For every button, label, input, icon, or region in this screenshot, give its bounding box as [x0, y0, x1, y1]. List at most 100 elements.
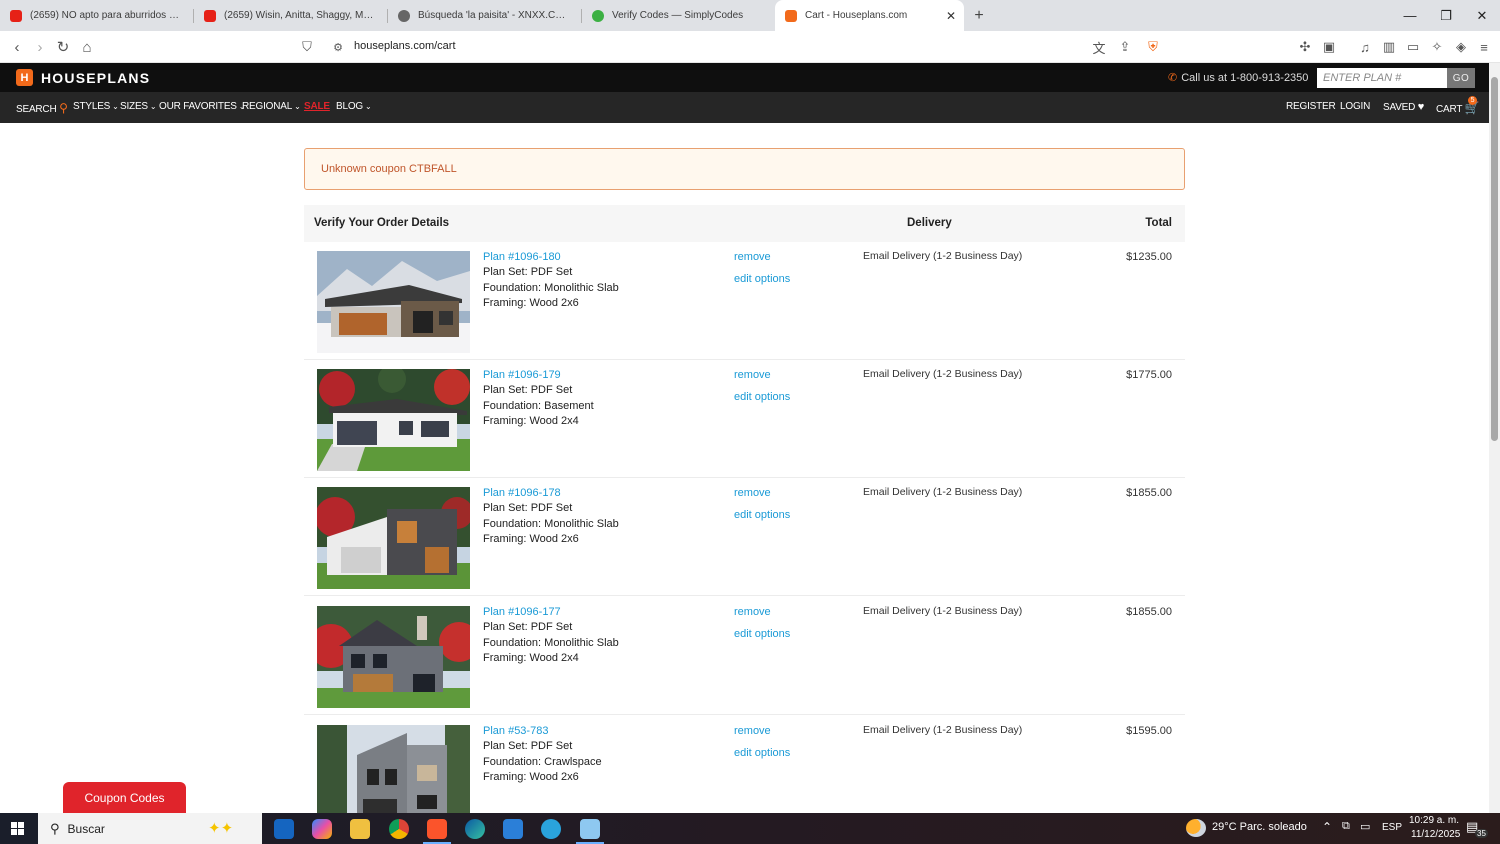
remove-link[interactable]: remove	[734, 487, 771, 499]
tab-title: Verify Codes — SimplyCodes	[612, 10, 744, 21]
plan-thumbnail[interactable]	[317, 725, 470, 827]
file-explorer-icon[interactable]	[350, 819, 370, 839]
chrome-icon[interactable]	[389, 819, 409, 839]
remove-link[interactable]: remove	[734, 369, 771, 381]
back-arrow-icon[interactable]: ‹	[7, 37, 27, 57]
leo-ai-icon[interactable]: ✧	[1428, 38, 1446, 56]
close-tab-icon[interactable]: ✕	[946, 9, 956, 23]
phone-link[interactable]: ✆ Call us at 1-800-913-2350	[1168, 71, 1308, 84]
minimize-button[interactable]: —	[1392, 0, 1428, 31]
windows-start-icon[interactable]	[11, 822, 25, 836]
url-field[interactable]: houseplans.com/cart	[354, 40, 456, 52]
site-info-icon[interactable]: ⚙	[328, 37, 348, 57]
extensions-icon[interactable]: ✣	[1296, 38, 1314, 56]
language-indicator[interactable]: ESP	[1382, 822, 1402, 833]
nav-register[interactable]: REGISTER	[1286, 101, 1336, 112]
address-toolbar: ‹ › ↻ ⌂ ⛉ ⚙ houseplans.com/cart 文 ⇪ ⛨ ✣ …	[0, 31, 1500, 63]
order-table-header: Verify Your Order Details Delivery Total	[304, 205, 1185, 242]
nav-regional[interactable]: REGIONAL ⌄	[242, 101, 301, 112]
houseplans-logo-icon[interactable]: H	[16, 69, 33, 86]
new-tab-button[interactable]: +	[964, 0, 994, 31]
plan-link[interactable]: Plan #53-783	[483, 725, 548, 737]
translate-icon[interactable]: 文	[1090, 38, 1108, 56]
chevron-up-icon[interactable]: ⌃	[1322, 820, 1332, 834]
edit-options-link[interactable]: edit options	[734, 747, 790, 759]
nav-blog[interactable]: BLOG ⌄	[336, 101, 372, 112]
nav-cart[interactable]: CART 🛒 5	[1436, 96, 1480, 115]
menu-icon[interactable]: ≡	[1475, 38, 1493, 56]
nav-sizes[interactable]: SIZES ⌄	[120, 101, 157, 112]
cart-item: Plan #1096-177 Plan Set: PDF Set Foundat…	[304, 597, 1185, 715]
notification-count-badge: 35	[1475, 829, 1488, 838]
edit-options-link[interactable]: edit options	[734, 391, 790, 403]
browser-tab-1[interactable]: (2659) NO apto para aburridos 🚫 Mi	[0, 0, 193, 31]
browser-tab-2[interactable]: (2659) Wisin, Anitta, Shaggy, Maffio	[194, 0, 387, 31]
display-icon[interactable]: ▭	[1360, 820, 1370, 833]
site-logo-text[interactable]: HOUSEPLANS	[41, 70, 150, 86]
item-price: $1855.00	[1126, 487, 1172, 499]
edit-options-link[interactable]: edit options	[734, 628, 790, 640]
plan-link[interactable]: Plan #1096-180	[483, 251, 561, 263]
plan-thumbnail[interactable]	[317, 487, 470, 589]
search-icon: ⚲	[59, 101, 68, 115]
plan-set: Plan Set: PDF Set	[483, 502, 573, 514]
network-icon[interactable]: ⧉	[1342, 820, 1350, 833]
chevron-down-icon: ⌄	[294, 102, 301, 111]
edge-icon[interactable]	[465, 819, 485, 839]
plan-link[interactable]: Plan #1096-179	[483, 369, 561, 381]
snipping-tool-icon[interactable]	[580, 819, 600, 839]
taskbar-search[interactable]: ⚲ Buscar ✦✦	[38, 813, 262, 844]
screenshot-icon[interactable]: ▣	[1320, 38, 1338, 56]
vpn-icon[interactable]: ◈	[1452, 38, 1470, 56]
page-scrollbar[interactable]	[1489, 63, 1500, 813]
remove-link[interactable]: remove	[734, 725, 771, 737]
browser-tab-4[interactable]: Verify Codes — SimplyCodes	[582, 0, 775, 31]
plan-thumbnail[interactable]	[317, 606, 470, 708]
plan-thumbnail[interactable]	[317, 251, 470, 353]
plan-thumbnail[interactable]	[317, 369, 470, 471]
forward-arrow-icon[interactable]: ›	[30, 37, 50, 57]
nav-sale[interactable]: SALE	[304, 101, 330, 112]
weather-icon[interactable]	[1186, 819, 1206, 837]
nav-login[interactable]: LOGIN	[1340, 101, 1370, 112]
clock-date[interactable]: 11/12/2025	[1411, 829, 1460, 840]
home-icon[interactable]: ⌂	[77, 37, 97, 57]
store-icon[interactable]	[503, 819, 523, 839]
remove-link[interactable]: remove	[734, 606, 771, 618]
coupon-codes-button[interactable]: Coupon Codes	[63, 782, 186, 813]
edit-options-link[interactable]: edit options	[734, 509, 790, 521]
cart-count-badge: 5	[1468, 96, 1477, 105]
clock-time[interactable]: 10:29 a. m.	[1409, 815, 1459, 826]
wallet-icon[interactable]: ▭	[1404, 38, 1422, 56]
copilot-icon[interactable]	[312, 819, 332, 839]
restore-button[interactable]: ❐	[1428, 0, 1464, 31]
plan-foundation: Foundation: Monolithic Slab	[483, 518, 619, 530]
remove-link[interactable]: remove	[734, 251, 771, 263]
reload-icon[interactable]: ↻	[53, 37, 73, 57]
brave-shield-icon[interactable]: ⛨	[1144, 38, 1162, 56]
share-icon[interactable]: ⇪	[1116, 38, 1134, 56]
brave-icon[interactable]	[427, 819, 447, 839]
close-window-button[interactable]: ✕	[1464, 0, 1500, 31]
telegram-icon[interactable]	[541, 819, 561, 839]
plan-framing: Framing: Wood 2x6	[483, 533, 579, 545]
nav-saved[interactable]: SAVED ♥	[1383, 101, 1424, 113]
sidebar-icon[interactable]: ▥	[1380, 38, 1398, 56]
go-button[interactable]: GO	[1447, 68, 1475, 88]
cart-item: Plan #1096-179 Plan Set: PDF Set Foundat…	[304, 360, 1185, 478]
outlook-icon[interactable]	[274, 819, 294, 839]
plan-link[interactable]: Plan #1096-178	[483, 487, 561, 499]
plan-set: Plan Set: PDF Set	[483, 384, 573, 396]
plan-link[interactable]: Plan #1096-177	[483, 606, 561, 618]
browser-tab-active[interactable]: Cart - Houseplans.com ✕	[775, 0, 964, 31]
weather-text[interactable]: 29°C Parc. soleado	[1212, 821, 1307, 833]
bookmark-icon[interactable]: ⛉	[297, 37, 317, 57]
edit-options-link[interactable]: edit options	[734, 273, 790, 285]
nav-styles[interactable]: STYLES ⌄	[73, 101, 119, 112]
browser-tab-3[interactable]: Búsqueda 'la paisita' - XNXX.COM	[388, 0, 581, 31]
media-icon[interactable]: ♫	[1356, 38, 1374, 56]
nav-favorites[interactable]: OUR FAVORITES ⌄	[159, 101, 245, 112]
scrollbar-thumb[interactable]	[1491, 77, 1498, 441]
nav-search[interactable]: SEARCH ⚲	[16, 101, 68, 115]
plan-number-input[interactable]: ENTER PLAN #	[1317, 68, 1447, 88]
